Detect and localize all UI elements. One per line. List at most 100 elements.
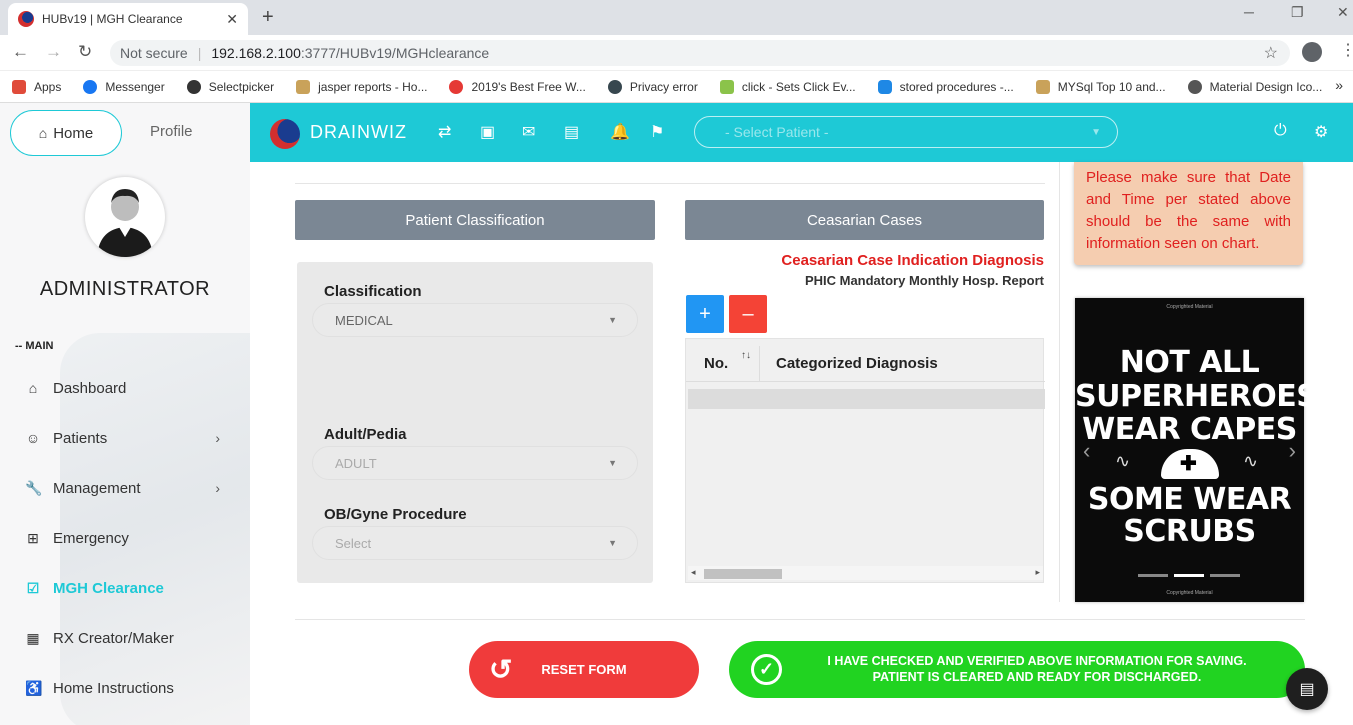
gear-icon[interactable]: ⚙ bbox=[1314, 122, 1328, 142]
bookmark-star-icon[interactable]: ☆ bbox=[1264, 43, 1278, 63]
diagnosis-table: No. ↑↓ Categorized Diagnosis ◂ ▸ bbox=[685, 338, 1045, 583]
classification-select[interactable]: MEDICAL ▼ bbox=[312, 303, 638, 337]
power-icon[interactable]: ⏻ bbox=[1274, 122, 1287, 140]
column-divider bbox=[1059, 162, 1060, 602]
sidebar-item-dashboard[interactable]: ⌂ Dashboard bbox=[0, 363, 250, 413]
patient-classification-header[interactable]: Patient Classification bbox=[295, 200, 655, 240]
scroll-left-icon[interactable]: ◂ bbox=[691, 567, 696, 578]
patient-select[interactable]: - Select Patient - ▼ bbox=[694, 116, 1118, 148]
scrollbar-thumb[interactable] bbox=[704, 569, 782, 579]
carousel-next-icon[interactable]: › bbox=[1289, 438, 1296, 464]
calendar-icon[interactable]: ▣ bbox=[480, 122, 495, 142]
brand-name: DRAINWIZ bbox=[310, 122, 407, 142]
reset-form-button[interactable]: ↺ RESET FORM bbox=[469, 641, 699, 698]
verify-discharge-button[interactable]: ✓ I HAVE CHECKED AND VERIFIED ABOVE INFO… bbox=[729, 641, 1305, 698]
table-row bbox=[688, 389, 1045, 409]
omnibox[interactable]: Not secure | 192.168.2.100 :3777/HUBv19/… bbox=[110, 40, 1290, 66]
new-tab-icon[interactable]: + bbox=[262, 6, 274, 29]
bookmark-apps[interactable]: Apps bbox=[12, 79, 61, 94]
ob-gyne-label: OB/Gyne Procedure bbox=[324, 506, 467, 523]
reset-icon: ↺ bbox=[489, 654, 513, 685]
stackoverflow-icon bbox=[1035, 79, 1050, 94]
restore-icon[interactable]: ❐ bbox=[1291, 4, 1304, 21]
accessible-icon: ♿ bbox=[25, 679, 43, 696]
chat-icon[interactable]: ▤ bbox=[1286, 668, 1328, 710]
chevron-down-icon: ▼ bbox=[1091, 126, 1101, 138]
sidebar-item-emergency[interactable]: ⊞ Emergency bbox=[0, 513, 250, 563]
swap-icon[interactable]: ⇄ bbox=[438, 122, 451, 142]
site-icon bbox=[449, 79, 464, 94]
omnibox-separator: | bbox=[197, 45, 202, 61]
column-header-no[interactable]: No. ↑↓ bbox=[686, 345, 760, 382]
bookmark-messenger[interactable]: Messenger bbox=[83, 79, 165, 94]
sidebar-item-rx-creator[interactable]: ▦ RX Creator/Maker bbox=[0, 613, 250, 663]
bookmark-click-sets[interactable]: click - Sets Click Ev... bbox=[719, 79, 856, 94]
remove-diagnosis-button[interactable]: – bbox=[729, 295, 767, 333]
tab-home[interactable]: ⌂ Home bbox=[10, 110, 122, 156]
globe-icon bbox=[1187, 79, 1202, 94]
not-secure-label[interactable]: Not secure bbox=[120, 45, 188, 61]
sidebar-item-patients[interactable]: ☺ Patients › bbox=[0, 413, 250, 463]
divider bbox=[295, 183, 1045, 184]
minimize-icon[interactable]: ─ bbox=[1244, 4, 1254, 20]
mail-icon[interactable]: ✉ bbox=[522, 122, 535, 142]
poster-line-1: NOT ALL bbox=[1119, 345, 1260, 380]
sidebar-item-management[interactable]: 🔧 Management › bbox=[0, 463, 250, 513]
tab-title: HUBv19 | MGH Clearance bbox=[42, 12, 183, 26]
patient-face-icon: ☺ bbox=[25, 430, 41, 446]
menu-kebab-icon[interactable]: ⋮ bbox=[1340, 40, 1353, 60]
adult-pedia-label: Adult/Pedia bbox=[324, 426, 407, 443]
sidebar-item-home-instructions[interactable]: ♿ Home Instructions bbox=[0, 663, 250, 713]
bell-icon[interactable]: 🔔 bbox=[610, 122, 630, 142]
drainwiz-logo bbox=[270, 119, 300, 149]
apps-grid-icon: ▦ bbox=[26, 629, 40, 646]
contact-card-icon[interactable]: ▤ bbox=[564, 122, 579, 142]
close-tab-icon[interactable]: ✕ bbox=[226, 11, 238, 28]
reload-icon[interactable]: ↻ bbox=[78, 42, 92, 62]
browser-tab[interactable]: HUBv19 | MGH Clearance ✕ bbox=[8, 3, 248, 35]
adult-pedia-select[interactable]: ADULT ▼ bbox=[312, 446, 638, 480]
app-topbar: DRAINWIZ ⇄ ▣ ✉ ▤ 🔔 ⚑ - Select Patient - … bbox=[250, 103, 1353, 162]
add-diagnosis-button[interactable]: + bbox=[686, 295, 724, 333]
bookmark-selectpicker[interactable]: Selectpicker bbox=[186, 79, 274, 94]
bookmark-mysql[interactable]: MYSql Top 10 and... bbox=[1035, 79, 1166, 94]
account-icon[interactable] bbox=[1302, 42, 1322, 62]
forward-icon[interactable]: → bbox=[45, 42, 62, 62]
tab-profile[interactable]: Profile bbox=[150, 123, 193, 140]
bookmark-material-design[interactable]: Material Design Ico... bbox=[1187, 79, 1322, 94]
scroll-right-icon[interactable]: ▸ bbox=[1035, 567, 1040, 578]
bookmark-stored-procedures[interactable]: stored procedures -... bbox=[877, 79, 1014, 94]
poster-line-4: SOME WEAR bbox=[1087, 482, 1292, 517]
user-name: ADMINISTRATOR bbox=[39, 278, 211, 300]
poster-line-5: SCRUBS bbox=[1123, 514, 1256, 549]
poster-line-2: SUPERHEROES bbox=[1075, 379, 1318, 414]
carousel-prev-icon[interactable]: ‹ bbox=[1083, 438, 1090, 464]
back-icon[interactable]: ← bbox=[12, 42, 29, 62]
github-icon bbox=[186, 79, 201, 94]
date-time-notice: Please make sure that Date and Time per … bbox=[1074, 162, 1303, 265]
bookmark-privacy-error[interactable]: Privacy error bbox=[607, 79, 698, 94]
apps-icon bbox=[12, 79, 26, 94]
stethoscope-icon: ∿ bbox=[1115, 451, 1131, 471]
ob-gyne-select[interactable]: Select ▼ bbox=[312, 526, 638, 560]
bookmarks-overflow-icon[interactable]: » bbox=[1335, 77, 1343, 93]
flag-icon[interactable]: ⚑ bbox=[650, 122, 664, 142]
column-header-diagnosis[interactable]: Categorized Diagnosis bbox=[760, 355, 938, 372]
carousel-indicator[interactable] bbox=[1210, 574, 1240, 577]
nurse-cap-icon: ✚ bbox=[1161, 449, 1219, 479]
ceasarian-indication-subtitle: PHIC Mandatory Monthly Hosp. Report bbox=[804, 273, 1044, 288]
sidebar-item-mgh-clearance[interactable]: ☑ MGH Clearance bbox=[0, 563, 250, 613]
carousel-indicator[interactable] bbox=[1138, 574, 1168, 577]
chevron-right-icon: › bbox=[215, 430, 220, 446]
browser-tab-strip: HUBv19 | MGH Clearance ✕ + ─ ❐ ✕ bbox=[0, 0, 1353, 35]
poster-line-3: WEAR CAPES bbox=[1082, 412, 1297, 447]
bookmark-jasper[interactable]: jasper reports - Ho... bbox=[296, 79, 427, 94]
horizontal-scrollbar[interactable]: ◂ ▸ bbox=[688, 566, 1043, 580]
poster-copyright-top: Copyrighted Material bbox=[1166, 304, 1213, 310]
ceasarian-cases-header[interactable]: Ceasarian Cases bbox=[685, 200, 1044, 240]
bookmark-best-free[interactable]: 2019's Best Free W... bbox=[449, 79, 586, 94]
close-window-icon[interactable]: ✕ bbox=[1337, 4, 1349, 21]
carousel-indicator-active[interactable] bbox=[1174, 574, 1204, 577]
globe-icon bbox=[607, 79, 622, 94]
sort-icon: ↑↓ bbox=[741, 349, 751, 361]
